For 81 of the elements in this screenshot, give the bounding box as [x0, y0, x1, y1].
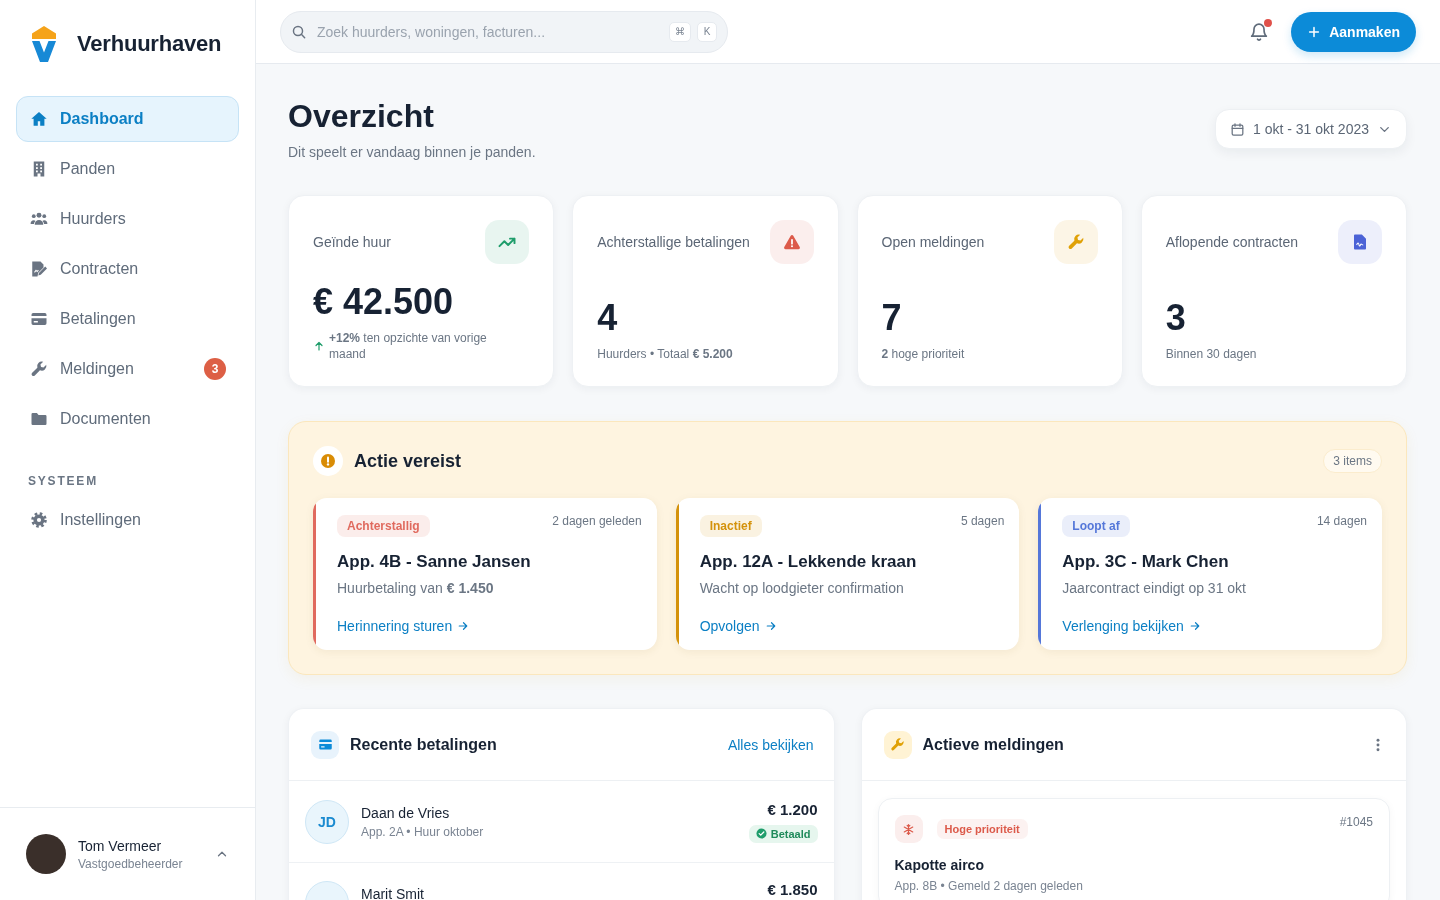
stat-note: +12% ten opzichte van vorige maand: [329, 330, 488, 362]
notification-bell-icon[interactable]: [1249, 21, 1270, 42]
nav-item[interactable]: Contracten: [16, 246, 239, 292]
folder-icon: [30, 410, 48, 428]
plus-icon: [1307, 24, 1322, 39]
date-range-picker[interactable]: 1 okt - 31 okt 2023: [1215, 109, 1407, 149]
section-title: Actie vereist: [354, 450, 462, 472]
panel-title: Recente betalingen: [350, 735, 497, 754]
stat-label: Achterstallige betalingen: [597, 234, 750, 250]
stat-value: 4: [597, 296, 618, 340]
nav-item[interactable]: Documenten: [16, 396, 239, 442]
card-title: App. 4B - Sanne Jansen: [337, 551, 531, 573]
search-icon: [291, 23, 307, 40]
tenant-initials: JD: [305, 799, 349, 844]
panel-title: Actieve meldingen: [922, 735, 1064, 754]
payment-details: App. 2A • Huur oktober: [361, 824, 484, 839]
arrow-right-icon: [764, 620, 777, 632]
stat-label: Aflopende contracten: [1165, 234, 1299, 250]
nav-item[interactable]: Panden: [16, 146, 239, 192]
stat-value: 3: [1165, 296, 1186, 340]
brand-name: Verhuurhaven: [77, 31, 222, 57]
card-description: Huurbetaling van € 1.450: [337, 579, 494, 597]
card-description: Wacht op loodgieter confirmation: [699, 579, 904, 597]
stat-note: Binnen 30 dagen: [1165, 346, 1257, 362]
status-tag: Achterstallig: [337, 515, 430, 537]
stat-label: Geïnde huur: [313, 234, 391, 250]
nav-item[interactable]: Betalingen: [16, 296, 239, 342]
time-ago: 14 dagen: [1316, 514, 1367, 528]
calendar-icon: [1230, 121, 1246, 137]
page-title: Overzicht: [288, 97, 434, 136]
credit-card-icon: [30, 310, 48, 328]
stat-note: 2 hoge prioriteit: [881, 346, 965, 362]
time-ago: 5 dagen: [960, 514, 1005, 528]
status-label: Betaald: [770, 827, 811, 840]
payment-amount: € 1.200: [767, 800, 818, 818]
payment-amount: € 1.850: [767, 881, 818, 898]
user-role: Vastgoedbeheerder: [78, 856, 183, 871]
alert-icon: [313, 446, 343, 476]
status-tag: Loopt af: [1062, 515, 1130, 537]
wrench-icon: [883, 730, 912, 759]
arrow-up-icon: [313, 340, 325, 352]
user-name: Tom Vermeer: [78, 837, 163, 854]
stat-value: 7: [881, 296, 902, 340]
settings-icon: [30, 511, 48, 529]
report-details: App. 8B • Gemeld 2 dagen geleden: [894, 879, 1083, 893]
stat-value: € 42.500: [313, 280, 454, 324]
card-title: App. 3C - Mark Chen: [1062, 551, 1229, 573]
item-count: 3 items: [1323, 449, 1382, 473]
credit-card-icon: [311, 730, 339, 759]
count-badge: 3: [204, 358, 226, 380]
action-link[interactable]: Herinnering sturen: [337, 618, 470, 634]
view-all-link[interactable]: Alles bekijken: [727, 736, 814, 753]
nav-item[interactable]: Instellingen: [16, 497, 239, 543]
stat-label: Open meldingen: [881, 234, 985, 250]
tenant-name: Marit Smit: [361, 886, 424, 900]
report-title: Kapotte airco: [894, 857, 984, 873]
nav-item[interactable]: Dashboard: [16, 96, 239, 142]
check-circle-icon: [755, 828, 767, 839]
section-heading: SYSTEEM: [28, 474, 98, 488]
document-pen-icon: [30, 260, 48, 278]
priority-tag: Hoge prioriteit: [936, 819, 1028, 839]
card-title: App. 12A - Lekkende kraan: [699, 551, 917, 573]
action-link[interactable]: Opvolgen: [699, 618, 777, 634]
arrow-right-icon: [1188, 620, 1201, 632]
nav-item[interactable]: Huurders: [16, 196, 239, 242]
home-icon: [30, 110, 48, 128]
logo-icon: [32, 26, 56, 62]
page-subtitle: Dit speelt er vandaag binnen je panden.: [288, 144, 536, 161]
action-link[interactable]: Verlenging bekijken: [1062, 618, 1201, 634]
stat-note: Huurders • Totaal € 5.200: [597, 346, 733, 362]
avatar-placeholder: [26, 834, 66, 874]
arrow-right-icon: [457, 620, 470, 632]
wrench-icon: [30, 360, 48, 378]
report-number: #1045: [1339, 815, 1373, 829]
create-button[interactable]: Aanmaken: [1291, 11, 1416, 52]
tenant-name: Daan de Vries: [361, 804, 450, 821]
status-tag: Inactief: [699, 515, 762, 537]
users-icon: [30, 210, 48, 228]
time-ago: 2 dagen geleden: [552, 514, 642, 528]
nav-item[interactable]: Meldingen 3: [16, 346, 239, 392]
card-description: Jaarcontract eindigt op 31 okt: [1062, 579, 1246, 597]
